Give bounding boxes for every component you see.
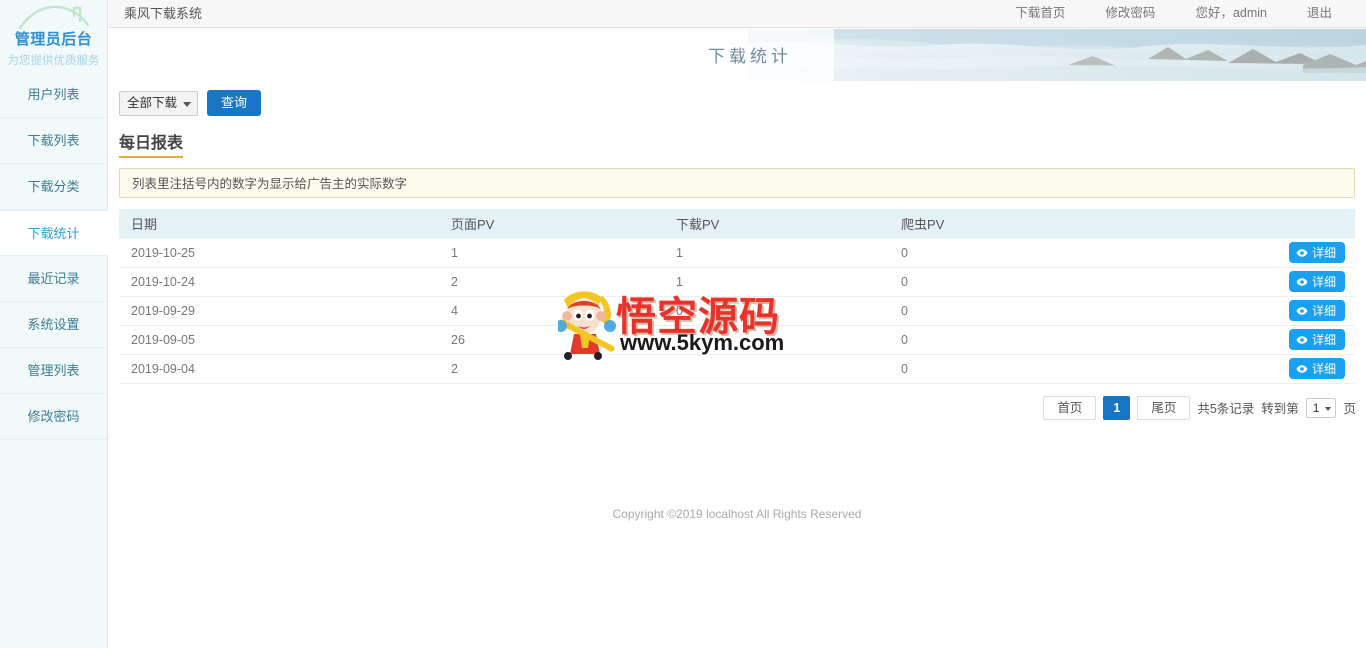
- topbar-nav: 下载首页 修改密码 您好，admin 退出: [995, 0, 1352, 27]
- cell-download-pv: 1: [664, 237, 889, 268]
- page-banner: 下载统计: [108, 29, 1366, 81]
- cell-spider-pv: 0: [889, 237, 1114, 268]
- detail-button[interactable]: 详细: [1288, 329, 1345, 350]
- house-roof-icon: [18, 5, 89, 30]
- cell-page-pv: 2: [439, 354, 664, 384]
- cell-spider-pv: 0: [889, 296, 1114, 326]
- sidebar: 管理员后台 为您提供优质服务 用户列表 下载列表 下载分类 下载统计 最近记录 …: [0, 0, 108, 648]
- eye-icon: [1296, 306, 1308, 315]
- pagination-page-unit: 页: [1343, 402, 1356, 416]
- sidebar-nav: 用户列表 下载列表 下载分类 下载统计 最近记录 系统设置 管理列表 修改密码: [0, 72, 108, 440]
- column-header-actions: [1114, 209, 1355, 238]
- topnav-change-password[interactable]: 修改密码: [1085, 0, 1175, 27]
- chevron-down-icon: [183, 101, 192, 107]
- detail-button[interactable]: 详细: [1288, 358, 1345, 379]
- table-row: 2019-09-29 4 0 0 详细: [119, 296, 1355, 326]
- pagination: 首页 1 尾页 共5条记录 转到第 1 页: [108, 395, 1356, 420]
- detail-button[interactable]: 详细: [1288, 242, 1345, 263]
- detail-button[interactable]: 详细: [1288, 300, 1345, 321]
- detail-button[interactable]: 详细: [1288, 271, 1345, 292]
- eye-icon: [1296, 335, 1308, 344]
- detail-button-label: 详细: [1311, 304, 1336, 318]
- topbar: 乘风下载系统 下载首页 修改密码 您好，admin 退出: [108, 0, 1366, 28]
- pagination-jump-label: 转到第: [1261, 402, 1299, 416]
- eye-icon: [1296, 364, 1308, 373]
- column-header-date: 日期: [119, 209, 439, 238]
- notice-banner: 列表里注括号内的数字为显示给广告主的实际数字: [119, 168, 1355, 198]
- sidebar-item-change-password[interactable]: 修改密码: [0, 394, 107, 440]
- download-scope-select[interactable]: 全部下载: [119, 90, 199, 116]
- page-title: 每日报表: [119, 129, 184, 158]
- detail-button-label: 详细: [1311, 246, 1336, 260]
- column-header-page-pv: 页面PV: [439, 209, 664, 238]
- cell-page-pv: 1: [439, 237, 664, 268]
- sidebar-item-system-settings[interactable]: 系统设置: [0, 302, 107, 348]
- pagination-last-button[interactable]: 尾页: [1137, 395, 1191, 420]
- chevron-down-icon: [1325, 406, 1332, 411]
- filter-bar: 全部下载 查询: [108, 81, 1366, 116]
- column-header-spider-pv: 爬虫PV: [889, 209, 1114, 238]
- cell-actions: 详细: [1114, 325, 1355, 355]
- pagination-page-1[interactable]: 1: [1103, 395, 1131, 420]
- column-header-download-pv: 下载PV: [664, 209, 889, 238]
- table-row: 2019-09-05 26 0 详细: [119, 325, 1355, 355]
- cell-download-pv: 0: [664, 296, 889, 326]
- cell-download-pv: [664, 354, 889, 384]
- sidebar-item-download-list[interactable]: 下载列表: [0, 118, 107, 164]
- table-row: 2019-09-04 2 0 详细: [119, 354, 1355, 384]
- table-header-row: 日期 页面PV 下载PV 爬虫PV: [119, 209, 1355, 238]
- pagination-jump-value: 1: [1312, 400, 1320, 415]
- sidebar-item-recent-records[interactable]: 最近记录: [0, 256, 107, 302]
- cell-spider-pv: 0: [889, 267, 1114, 297]
- cell-date: 2019-10-25: [119, 237, 439, 268]
- cell-date: 2019-10-24: [119, 267, 439, 297]
- cell-page-pv: 2: [439, 267, 664, 297]
- table-row: 2019-10-24 2 1 0 详细: [119, 267, 1355, 297]
- section-title-wrap: 每日报表: [108, 116, 1366, 158]
- table-body: 2019-10-25 1 1 0 详细 2019-10-24 2 1 0 详细 …: [119, 237, 1355, 384]
- cell-date: 2019-09-29: [119, 296, 439, 326]
- detail-button-label: 详细: [1311, 362, 1336, 376]
- sidebar-item-admin-list[interactable]: 管理列表: [0, 348, 107, 394]
- sidebar-item-user-list[interactable]: 用户列表: [0, 72, 107, 118]
- eye-icon: [1296, 277, 1308, 286]
- topnav-download-home[interactable]: 下载首页: [995, 0, 1085, 27]
- sidebar-item-download-stats[interactable]: 下载统计: [0, 210, 108, 256]
- table-row: 2019-10-25 1 1 0 详细: [119, 237, 1355, 268]
- query-button[interactable]: 查询: [207, 90, 262, 116]
- cell-actions: 详细: [1114, 296, 1355, 326]
- cell-page-pv: 26: [439, 325, 664, 355]
- cell-date: 2019-09-05: [119, 325, 439, 355]
- cell-actions: 详细: [1114, 267, 1355, 297]
- brand-block: 管理员后台 为您提供优质服务: [0, 0, 107, 72]
- detail-button-label: 详细: [1311, 275, 1336, 289]
- brand-title: 管理员后台: [14, 31, 93, 48]
- detail-button-label: 详细: [1311, 333, 1336, 347]
- cell-page-pv: 4: [439, 296, 664, 326]
- cell-actions: 详细: [1114, 354, 1355, 384]
- daily-report-table: 日期 页面PV 下载PV 爬虫PV 2019-10-25 1 1 0 详细 20…: [119, 209, 1355, 384]
- brand-subtitle: 为您提供优质服务: [7, 55, 100, 67]
- eye-icon: [1296, 248, 1308, 257]
- sidebar-item-download-category[interactable]: 下载分类: [0, 164, 107, 210]
- app-title: 乘风下载系统: [124, 6, 203, 21]
- app-root: 管理员后台 为您提供优质服务 用户列表 下载列表 下载分类 下载统计 最近记录 …: [0, 0, 1366, 648]
- cell-actions: 详细: [1114, 237, 1355, 268]
- cell-spider-pv: 0: [889, 354, 1114, 384]
- cell-date: 2019-09-04: [119, 354, 439, 384]
- cell-download-pv: [664, 325, 889, 355]
- download-scope-value: 全部下载: [127, 95, 178, 110]
- pagination-first-button[interactable]: 首页: [1043, 395, 1097, 420]
- banner-title: 下载统计: [708, 47, 792, 66]
- main-content: 全部下载 查询 每日报表 列表里注括号内的数字为显示给广告主的实际数字 日期 页…: [108, 81, 1366, 648]
- cell-download-pv: 1: [664, 267, 889, 297]
- footer-copyright: Copyright ©2019 localhost All Rights Res…: [612, 507, 862, 521]
- table-head: 日期 页面PV 下载PV 爬虫PV: [119, 209, 1355, 238]
- pagination-total-text: 共5条记录: [1197, 402, 1255, 416]
- topnav-greeting: 您好，admin: [1195, 6, 1267, 20]
- cell-spider-pv: 0: [889, 325, 1114, 355]
- topnav-logout[interactable]: 退出: [1287, 0, 1352, 27]
- pagination-jump-select[interactable]: 1: [1305, 397, 1337, 418]
